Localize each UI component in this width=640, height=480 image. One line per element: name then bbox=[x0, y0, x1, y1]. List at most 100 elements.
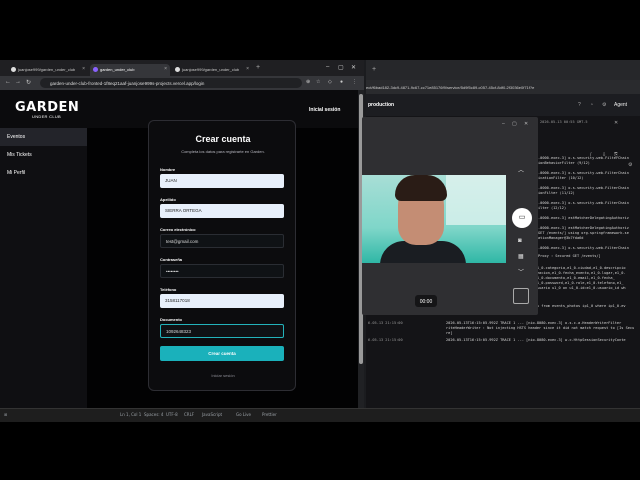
close-icon[interactable]: × bbox=[246, 66, 249, 72]
log-line: 2026-05-13T16:15:05.992Z TRACE 1 --- [ni… bbox=[446, 338, 626, 342]
reload-icon[interactable]: ↻ bbox=[26, 79, 31, 86]
agent-button[interactable]: Agent bbox=[614, 102, 627, 108]
log-timestamp: 6-05-13 21:15:00 bbox=[368, 321, 403, 325]
camera-widget: – ▢ ✕ ︿ ▭ ◙ ▦ ﹀ 00:00 bbox=[362, 117, 538, 315]
header-login-link[interactable]: Inicial sesión bbox=[309, 107, 340, 113]
close-icon[interactable]: ✕ bbox=[524, 121, 528, 127]
status-language[interactable]: JavaScript bbox=[202, 412, 222, 417]
log-line: -0000-exec-3] o.s.security.web.FilterCha… bbox=[538, 156, 629, 160]
input-apellido[interactable]: SIERRA ORTEGA bbox=[160, 204, 284, 218]
camera-preview bbox=[362, 175, 506, 263]
main-area: Crear cuenta Completa los datos para reg… bbox=[87, 120, 358, 408]
register-card: Crear cuenta Completa los datos para reg… bbox=[148, 120, 296, 391]
log-line: ionBehaviorFilter (9/12) bbox=[538, 161, 590, 165]
status-cursor-position[interactable]: Ln 1, Col 1 bbox=[120, 412, 141, 417]
vercel-icon bbox=[93, 67, 98, 72]
tab-github-repo[interactable]: juanjose999/garden_under_club × bbox=[8, 64, 88, 76]
form-subtitle: Completa los datos para registrarte en G… bbox=[181, 149, 265, 154]
input-telefono[interactable]: 3158117018 bbox=[160, 294, 284, 308]
new-tab-icon[interactable]: + bbox=[256, 64, 260, 71]
status-prettier[interactable]: Prettier bbox=[262, 412, 277, 417]
recording-timer: 00:00 bbox=[415, 295, 437, 307]
help-icon[interactable]: ? bbox=[578, 102, 581, 108]
desktop: juanjose999/garden_under_club × garden_u… bbox=[0, 60, 640, 422]
translate-icon[interactable]: ⊕ bbox=[306, 79, 310, 85]
minimize-icon[interactable]: – bbox=[502, 121, 505, 127]
github-icon bbox=[11, 67, 16, 72]
browser-window-left: juanjose999/garden_under_club × garden_u… bbox=[0, 60, 364, 408]
sidebar-item-eventos[interactable]: Eventos bbox=[0, 128, 87, 146]
logo-subtitle: UNDER CLUB bbox=[32, 114, 62, 119]
status-go-live[interactable]: Go Live bbox=[236, 412, 251, 417]
menu-icon[interactable]: ⋮ bbox=[352, 79, 357, 85]
label-documento: Documento bbox=[160, 317, 182, 322]
notifications-icon[interactable]: ◔ bbox=[590, 102, 593, 108]
remote-icon[interactable]: ⊞ bbox=[4, 412, 7, 417]
right-url[interactable]: ect/f6bad182-3dc9-4871-9c67-cc71e85176f9… bbox=[366, 82, 640, 92]
close-icon[interactable]: × bbox=[82, 66, 85, 72]
log-line: -0000-exec-3] o.s.security.web.FilterCha… bbox=[538, 186, 629, 190]
log-line: riteHeaderWriter : Not injecting HSTS he… bbox=[446, 326, 635, 330]
tab-github-repo-2[interactable]: juanjose999/garden_under_club × bbox=[172, 64, 252, 76]
input-contrasena[interactable]: •••••••• bbox=[160, 264, 284, 278]
label-correo: Correo electrónico bbox=[160, 227, 196, 232]
label-telefono: Teléfono bbox=[160, 287, 177, 292]
log-line: ionFilter (11/12) bbox=[538, 191, 575, 195]
sidebar-item-mi-perfil[interactable]: Mi Perfil bbox=[0, 164, 87, 182]
input-correo[interactable]: test@gmail.com bbox=[160, 234, 284, 248]
camera-icon[interactable]: ◙ bbox=[518, 238, 522, 244]
log-line: icationFilter (10/12) bbox=[538, 176, 584, 180]
log-line: re] bbox=[446, 331, 453, 335]
label-nombre: Nombre bbox=[160, 167, 176, 172]
input-nombre[interactable]: JUAN bbox=[160, 174, 284, 188]
new-tab-icon[interactable]: + bbox=[372, 66, 376, 73]
right-tab-bar: + bbox=[366, 60, 640, 80]
form-title: Crear cuenta bbox=[195, 134, 251, 144]
log-line: GET /events/] using org.springframework.… bbox=[538, 231, 629, 235]
background-window bbox=[446, 175, 506, 225]
label-contrasena: Contraseña bbox=[160, 257, 183, 262]
github-icon bbox=[175, 67, 180, 72]
settings-icon[interactable]: ⚙ bbox=[602, 102, 606, 108]
bookmark-icon[interactable]: ☆ bbox=[316, 79, 320, 85]
tab-bar: juanjose999/garden_under_club × garden_u… bbox=[0, 60, 364, 76]
garden-app: GARDEN UNDER CLUB Inicial sesión Eventos… bbox=[0, 90, 358, 408]
extensions-icon[interactable]: ◇ bbox=[328, 79, 332, 85]
forward-icon[interactable]: → bbox=[15, 79, 21, 85]
minimize-icon[interactable]: – bbox=[326, 64, 329, 70]
log-line: -0000-exec-3] estMatcherDelegatingAuthor… bbox=[538, 226, 629, 230]
back-icon[interactable]: ← bbox=[5, 79, 11, 85]
grid-icon[interactable]: ▦ bbox=[518, 253, 524, 260]
right-address-bar: ect/f6bad182-3dc9-4871-9c67-cc71e85176f9… bbox=[366, 80, 640, 94]
railway-header: production ? ◔ ⚙ Agent bbox=[366, 94, 640, 116]
status-eol[interactable]: CRLF bbox=[184, 412, 194, 417]
url-input[interactable]: garden-under-club-fronted-1f8eq21aaf-jua… bbox=[40, 78, 302, 88]
maximize-icon[interactable]: ▢ bbox=[338, 64, 344, 71]
log-timestamp: 6-05-13 21:15:00 bbox=[368, 338, 403, 342]
log-line: -0000-exec-3] estMatcherDelegatingAuthor… bbox=[538, 216, 629, 220]
chevron-up-icon[interactable]: ︿ bbox=[518, 165, 524, 174]
login-link[interactable]: Iniciar sesión bbox=[149, 373, 297, 378]
logo[interactable]: GARDEN bbox=[15, 100, 79, 115]
log-line: ationManager@3b7fda6d bbox=[538, 236, 584, 240]
close-icon[interactable]: × bbox=[164, 66, 167, 72]
close-window-icon[interactable]: ✕ bbox=[351, 64, 356, 71]
environment-selector[interactable]: production bbox=[368, 102, 394, 108]
maximize-icon[interactable]: ▢ bbox=[512, 121, 517, 127]
stop-button[interactable] bbox=[513, 288, 529, 304]
label-apellido: Apellido bbox=[160, 197, 176, 202]
create-account-button[interactable]: Crear cuenta bbox=[160, 346, 284, 361]
log-line: -0000-exec-3] o.s.security.web.FilterCha… bbox=[538, 246, 629, 250]
status-indent[interactable]: Spaces: 4 bbox=[144, 412, 163, 417]
log-line: ilter (12/12) bbox=[538, 206, 567, 210]
video-record-button[interactable]: ▭ bbox=[512, 208, 532, 228]
input-documento[interactable]: 1092648323 bbox=[160, 324, 284, 338]
sidebar: Eventos Mis Tickets Mi Perfil bbox=[0, 128, 87, 408]
log-line: 2026-05-13T16:15:05.992Z TRACE 1 --- [ni… bbox=[446, 321, 622, 325]
tab-garden-app[interactable]: garden_under_club × bbox=[90, 64, 170, 76]
status-encoding[interactable]: UTF-8 bbox=[166, 412, 178, 417]
sidebar-item-mis-tickets[interactable]: Mis Tickets bbox=[0, 146, 87, 164]
top-black-area bbox=[0, 0, 640, 60]
profile-icon[interactable]: ● bbox=[340, 79, 343, 85]
chevron-down-icon[interactable]: ﹀ bbox=[518, 267, 524, 276]
